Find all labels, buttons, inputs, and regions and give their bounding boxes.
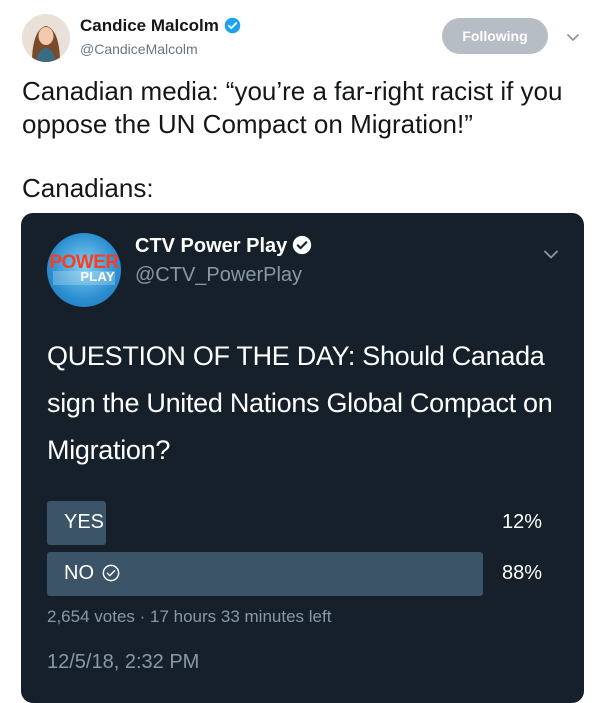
embedded-tweet-image[interactable]: POWER PLAY CTV Power Play @CTV_PowerPlay… — [21, 213, 584, 703]
tweet-timestamp: 12/5/18, 2:32 PM — [47, 651, 200, 673]
poll-votes-and-time-left: 2,654 votes · 17 hours 33 minutes left — [47, 607, 332, 626]
tweet-text-canadians: Canadians: — [22, 173, 154, 203]
poll-option-percent: 12% — [501, 511, 542, 533]
chevron-down-icon[interactable] — [566, 30, 580, 44]
embedded-author-name-row: CTV Power Play — [135, 235, 312, 261]
following-button[interactable]: Following — [442, 18, 548, 54]
poll-option-percent: 88% — [501, 562, 542, 584]
poll-option-text: NO — [64, 562, 94, 584]
avatar-image — [22, 14, 70, 62]
poll-option-label: YES — [64, 511, 104, 534]
poll-option-label: NO — [64, 562, 120, 588]
verified-badge-icon — [292, 235, 312, 261]
power-play-logo: POWER PLAY — [47, 233, 121, 307]
author-name-row[interactable]: Candice Malcolm — [80, 16, 241, 39]
poll-option-no: NO 88% — [47, 552, 542, 596]
poll-option-text: YES — [64, 511, 105, 533]
embedded-author-name: CTV Power Play — [135, 235, 288, 257]
embedded-author-handle: @CTV_PowerPlay — [135, 264, 303, 286]
author-avatar[interactable] — [22, 14, 70, 62]
verified-badge-icon — [224, 17, 241, 39]
chevron-down-icon — [543, 246, 559, 262]
author-name[interactable]: Candice Malcolm — [80, 16, 219, 35]
check-circle-icon — [102, 564, 120, 588]
author-handle[interactable]: @CandiceMalcolm — [80, 41, 198, 57]
poll-question: QUESTION OF THE DAY: Should Canada sign … — [47, 341, 553, 465]
tweet-text: Canadian media: “you’re a far-right raci… — [22, 76, 563, 139]
logo-play-text: PLAY — [80, 269, 115, 284]
poll-option-yes: YES 12% — [47, 501, 542, 545]
